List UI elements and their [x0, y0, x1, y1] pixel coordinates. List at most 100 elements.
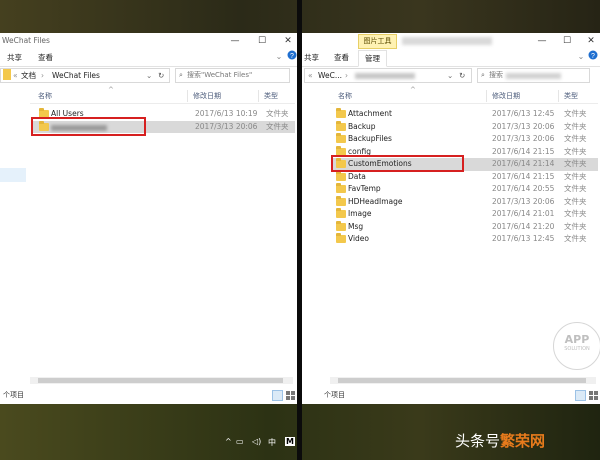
tab-share[interactable]: 共享 — [304, 52, 319, 63]
list-item[interactable]: HDHeadImage 2017/3/13 20:06 文件夹 — [332, 195, 598, 209]
address-bar[interactable]: « 文档 › WeChat Files ⌄ ↻ — [0, 68, 170, 83]
app-solution-watermark: APP SOLUTION — [553, 322, 600, 370]
breadcrumb-separator: › — [41, 71, 44, 80]
m-badge-icon[interactable]: M — [285, 437, 295, 446]
navigation-pane[interactable] — [0, 88, 30, 384]
svg-text:?: ? — [290, 53, 294, 60]
breadcrumb-path[interactable]: WeC... — [318, 69, 342, 82]
highlight-box — [31, 117, 146, 136]
address-row: « 文档 › WeChat Files ⌄ ↻ ⌕ 搜索"WeChat File… — [0, 68, 297, 84]
address-bar[interactable]: « WeC... › ⌄ ↻ — [304, 68, 472, 83]
file-date: 2017/6/14 21:20 — [492, 221, 555, 231]
minimize-icon[interactable]: — — [226, 34, 244, 48]
file-name: BackupFiles — [348, 134, 392, 143]
folder-icon — [336, 208, 346, 218]
search-placeholder: 搜索 — [489, 71, 503, 79]
tab-view[interactable]: 查看 — [334, 52, 349, 63]
chevron-down-icon[interactable]: ⌄ — [447, 69, 453, 82]
search-icon: ⌕ — [179, 71, 183, 79]
column-type[interactable]: 类型 — [264, 91, 278, 101]
file-name: Image — [348, 209, 372, 218]
list-item[interactable]: Backup 2017/3/13 20:06 文件夹 — [332, 120, 598, 134]
list-item[interactable]: FavTemp 2017/6/14 20:55 文件夹 — [332, 183, 598, 196]
ribbon-tabs: 共享 查看 管理 ⌄ ? — [302, 49, 600, 67]
help-icon[interactable]: ? — [584, 50, 600, 64]
details-view-icon[interactable] — [272, 390, 283, 401]
file-type: 文件夹 — [266, 109, 289, 118]
search-input[interactable]: ⌕ 搜索 — [477, 68, 590, 83]
file-type: 文件夹 — [564, 121, 587, 131]
column-header: 名称 ^ 修改日期 类型 — [30, 86, 295, 104]
highlight-box — [331, 155, 464, 172]
column-name[interactable]: 名称 — [338, 91, 352, 101]
file-type: 文件夹 — [564, 171, 587, 181]
column-type[interactable]: 类型 — [564, 91, 578, 101]
thumbnail-view-icon[interactable] — [285, 390, 296, 401]
toutiao-watermark: 头条号繁荣网 — [455, 430, 545, 451]
item-count: 个项目 — [3, 391, 24, 399]
scrollbar-thumb[interactable] — [338, 378, 586, 383]
maximize-icon[interactable]: ☐ — [558, 34, 576, 48]
file-type: 文件夹 — [564, 134, 587, 143]
breadcrumb-current[interactable]: WeChat Files — [52, 69, 100, 82]
navigation-pane[interactable] — [302, 88, 328, 384]
close-icon[interactable]: ✕ — [279, 34, 297, 48]
list-item[interactable]: Msg 2017/6/14 21:20 文件夹 — [332, 220, 598, 234]
refresh-icon[interactable]: ↻ — [459, 69, 465, 82]
minimize-icon[interactable]: — — [533, 34, 551, 48]
ime-indicator[interactable]: 中 — [268, 437, 276, 448]
file-type: 文件夹 — [564, 209, 587, 218]
details-view-icon[interactable] — [575, 390, 586, 401]
file-date: 2017/6/13 12:45 — [492, 234, 555, 243]
list-item[interactable]: Image 2017/6/14 21:01 文件夹 — [332, 208, 598, 221]
redacted-search-text — [506, 73, 561, 79]
column-date[interactable]: 修改日期 — [193, 91, 221, 101]
horizontal-scrollbar[interactable] — [330, 377, 596, 384]
search-input[interactable]: ⌕ 搜索"WeChat Files" — [175, 68, 290, 83]
battery-icon[interactable]: ▭ — [236, 437, 244, 446]
file-name: Backup — [348, 121, 376, 131]
screenshot-divider — [297, 0, 302, 460]
breadcrumb-separator: › — [345, 71, 348, 80]
tab-view[interactable]: 查看 — [38, 52, 53, 63]
scrollbar-thumb[interactable] — [38, 378, 283, 383]
address-row: « WeC... › ⌄ ↻ ⌕ 搜索 — [302, 68, 600, 84]
file-type: 文件夹 — [564, 234, 587, 243]
file-name: Data — [348, 171, 366, 181]
list-item[interactable]: BackupFiles 2017/3/13 20:06 文件夹 — [332, 133, 598, 146]
file-name: FavTemp — [348, 184, 381, 193]
column-name[interactable]: 名称 — [38, 91, 52, 101]
file-name: HDHeadImage — [348, 196, 403, 206]
list-item[interactable]: Attachment 2017/6/13 12:45 文件夹 — [332, 108, 598, 121]
sort-arrow-icon: ^ — [410, 86, 416, 94]
file-type: 文件夹 — [564, 184, 587, 193]
context-tab-picture-tools[interactable]: 图片工具 — [358, 34, 397, 49]
refresh-icon[interactable]: ↻ — [158, 69, 164, 82]
search-placeholder: 搜索"WeChat Files" — [187, 71, 253, 79]
tray-up-arrow-icon[interactable]: ^ — [225, 437, 232, 446]
file-date: 2017/6/13 12:45 — [492, 109, 555, 118]
navigation-selected-item[interactable] — [0, 168, 26, 182]
file-name: Attachment — [348, 109, 392, 118]
maximize-icon[interactable]: ☐ — [253, 34, 271, 48]
thumbnail-view-icon[interactable] — [588, 390, 599, 401]
speaker-icon[interactable]: ◁) — [252, 437, 261, 446]
breadcrumb-root[interactable]: 文档 — [21, 69, 36, 82]
tab-manage[interactable]: 管理 — [358, 50, 387, 67]
file-type: 文件夹 — [564, 146, 587, 156]
column-header: 名称 ^ 修改日期 类型 — [330, 86, 598, 104]
tab-share[interactable]: 共享 — [7, 52, 22, 63]
breadcrumb-overflow[interactable]: « — [308, 69, 313, 82]
left-explorer-window: WeChat Files — ☐ ✕ 共享 查看 ⌄ ? « 文档 › WeCh… — [0, 33, 298, 404]
folder-icon — [336, 233, 346, 243]
folder-icon — [336, 170, 346, 181]
horizontal-scrollbar[interactable] — [30, 377, 293, 384]
window-title: WeChat Files — [2, 36, 50, 45]
list-item[interactable]: Video 2017/6/13 12:45 文件夹 — [332, 233, 598, 246]
file-type: 文件夹 — [564, 159, 587, 168]
list-item[interactable]: Data 2017/6/14 21:15 文件夹 — [332, 170, 598, 184]
chevron-down-icon[interactable]: ⌄ — [146, 69, 152, 82]
close-icon[interactable]: ✕ — [582, 34, 600, 48]
column-date[interactable]: 修改日期 — [492, 91, 520, 101]
breadcrumb-overflow[interactable]: « — [13, 69, 18, 82]
